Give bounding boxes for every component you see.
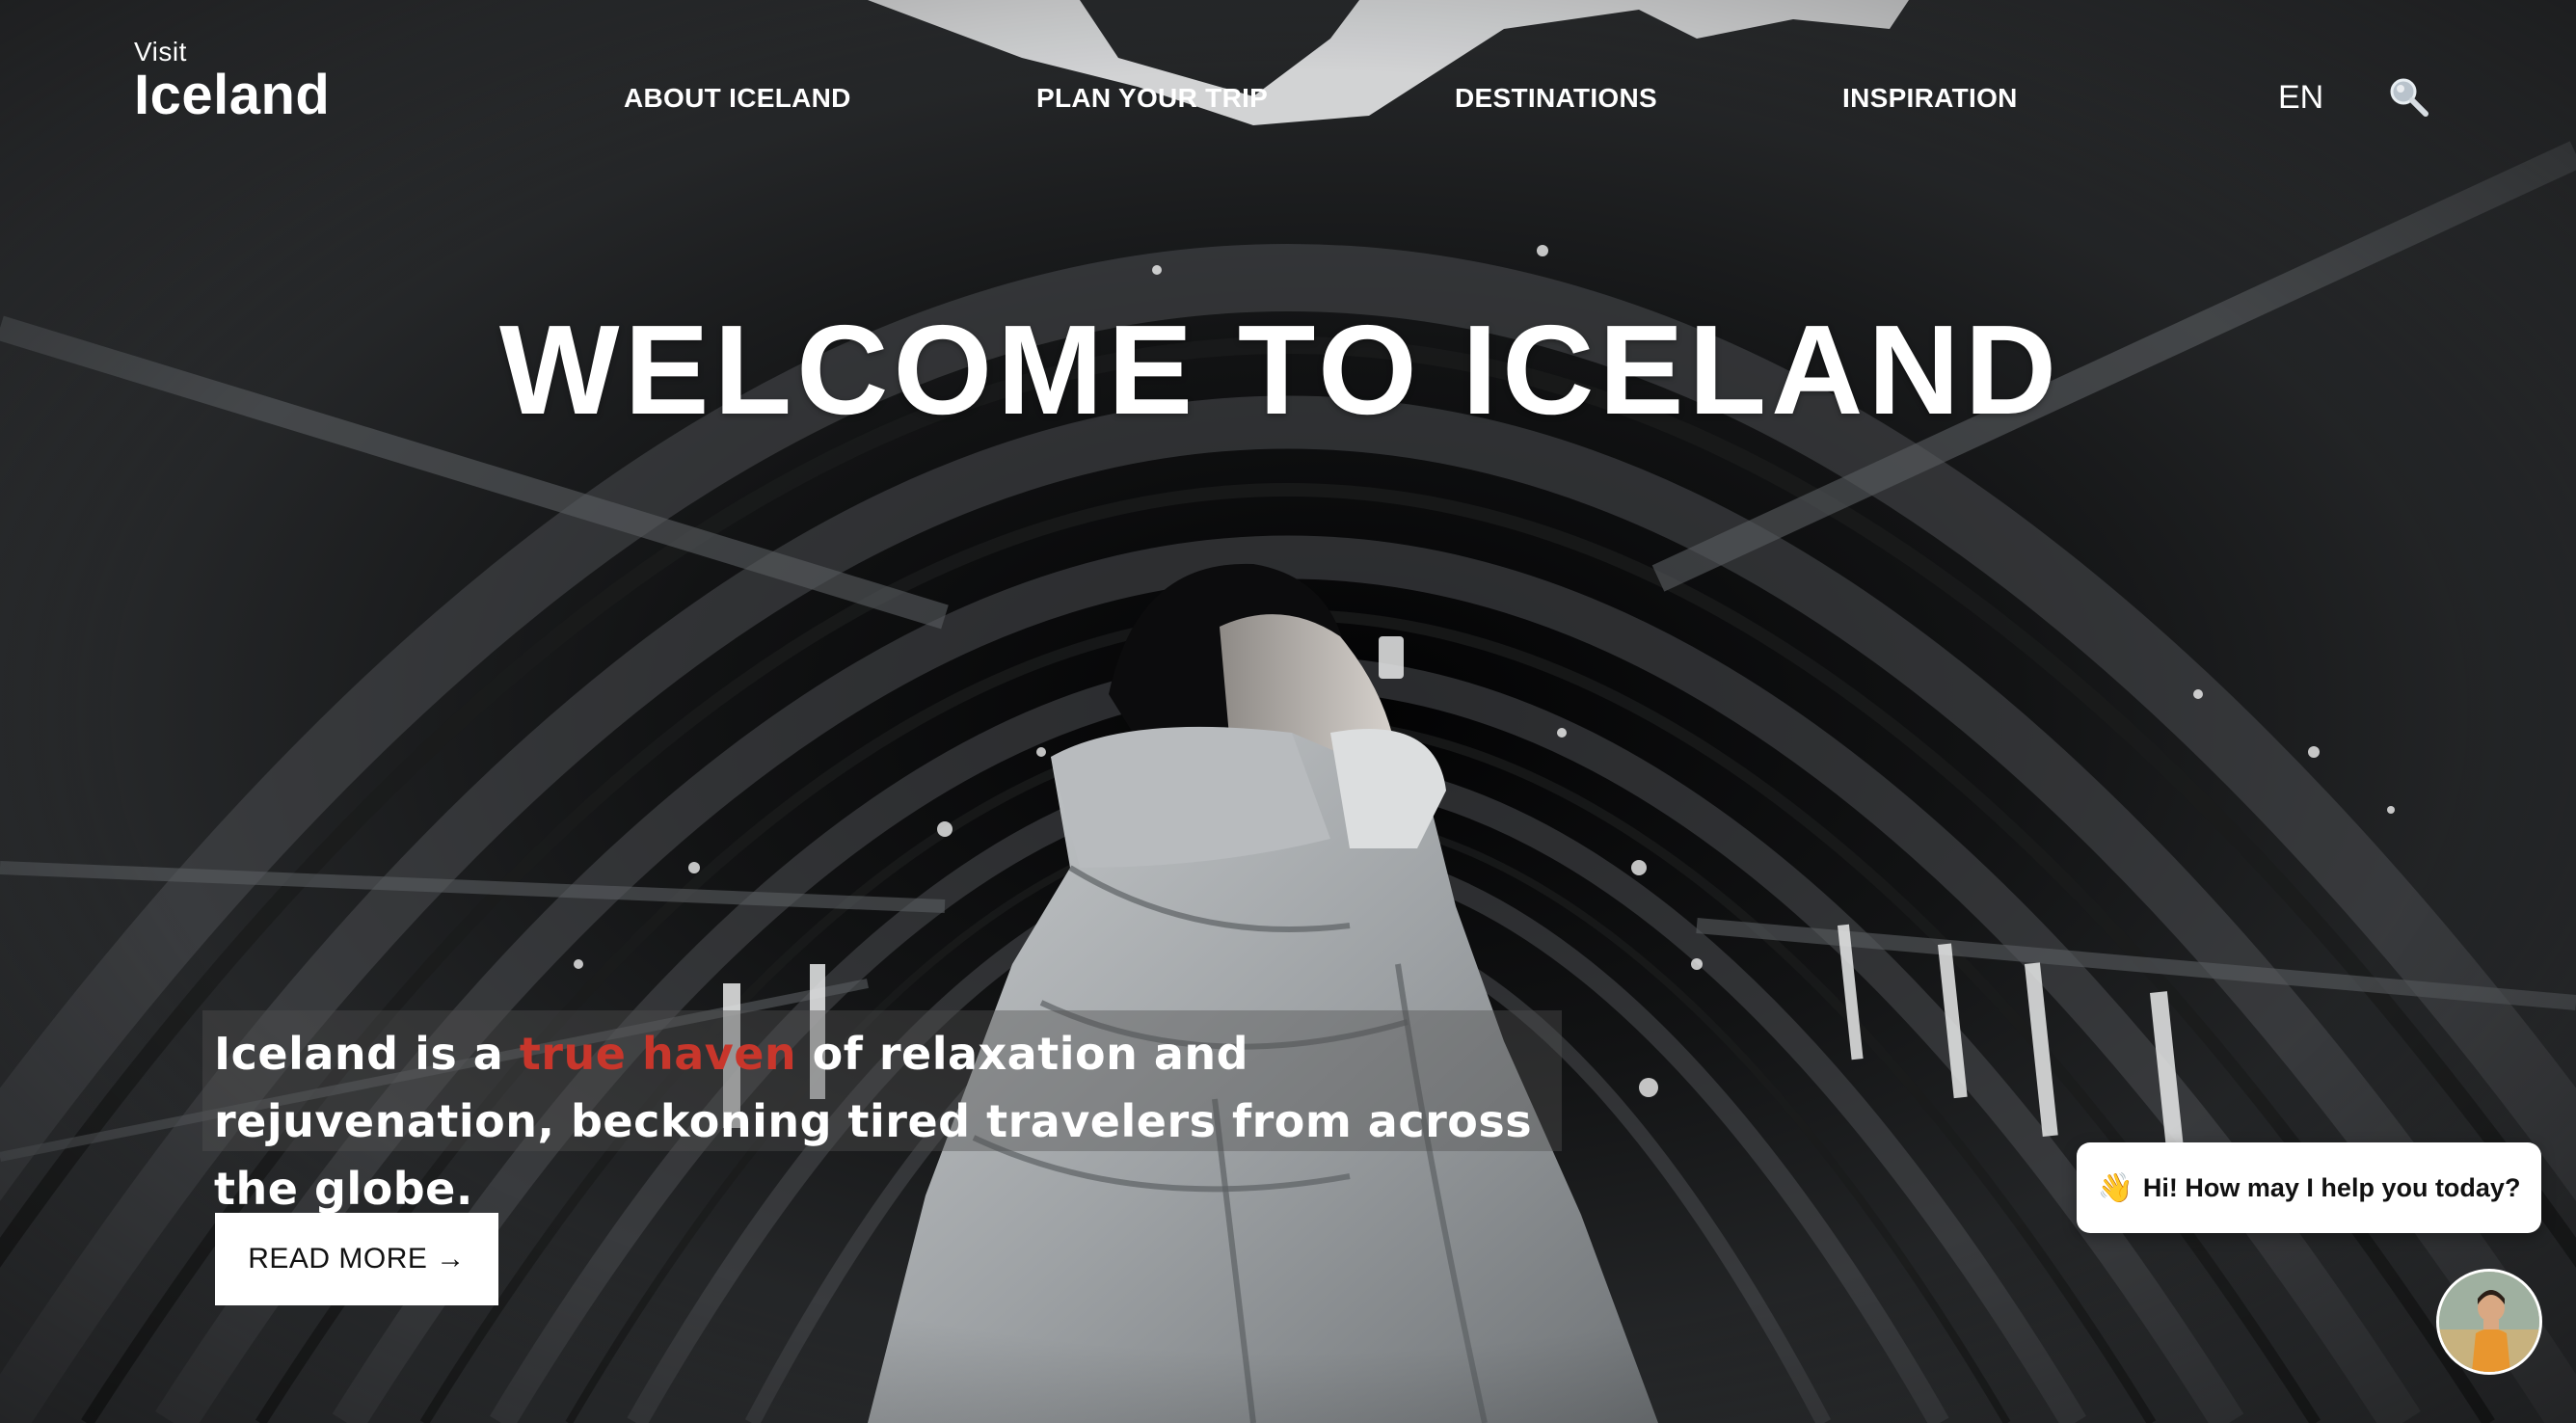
chat-greeting-text: Hi! How may I help you today? — [2142, 1172, 2521, 1202]
hero-tagline: Iceland is a true haven of relaxation an… — [214, 1020, 1583, 1222]
assistant-avatar-icon — [2439, 1272, 2539, 1372]
waving-hand-icon: 👋 — [2097, 1171, 2133, 1204]
nav-plan-your-trip[interactable]: PLAN YOUR TRIP — [1036, 83, 1268, 114]
read-more-button[interactable]: READ MORE → — [215, 1213, 498, 1305]
search-icon[interactable] — [2387, 75, 2429, 118]
tagline-highlight: true haven — [519, 1028, 797, 1080]
nav-about-iceland[interactable]: ABOUT ICELAND — [624, 83, 851, 114]
chat-greeting-bubble[interactable]: 👋 Hi! How may I help you today? — [2077, 1142, 2541, 1233]
visit-iceland-logo[interactable]: Visit Iceland — [134, 39, 330, 123]
tagline-text-start: Iceland is a — [214, 1028, 520, 1080]
logo-iceland-text: Iceland — [134, 64, 331, 126]
chat-assistant-avatar[interactable] — [2436, 1269, 2542, 1375]
nav-inspiration[interactable]: INSPIRATION — [1842, 83, 2018, 114]
language-selector[interactable]: EN — [2278, 79, 2323, 117]
nav-destinations[interactable]: DESTINATIONS — [1455, 83, 1657, 114]
hero-title: WELCOME TO ICELAND — [498, 299, 2062, 441]
logo-visit-text: Visit — [134, 37, 187, 67]
page: Visit Iceland ABOUT ICELAND PLAN YOUR TR… — [0, 0, 2576, 1423]
